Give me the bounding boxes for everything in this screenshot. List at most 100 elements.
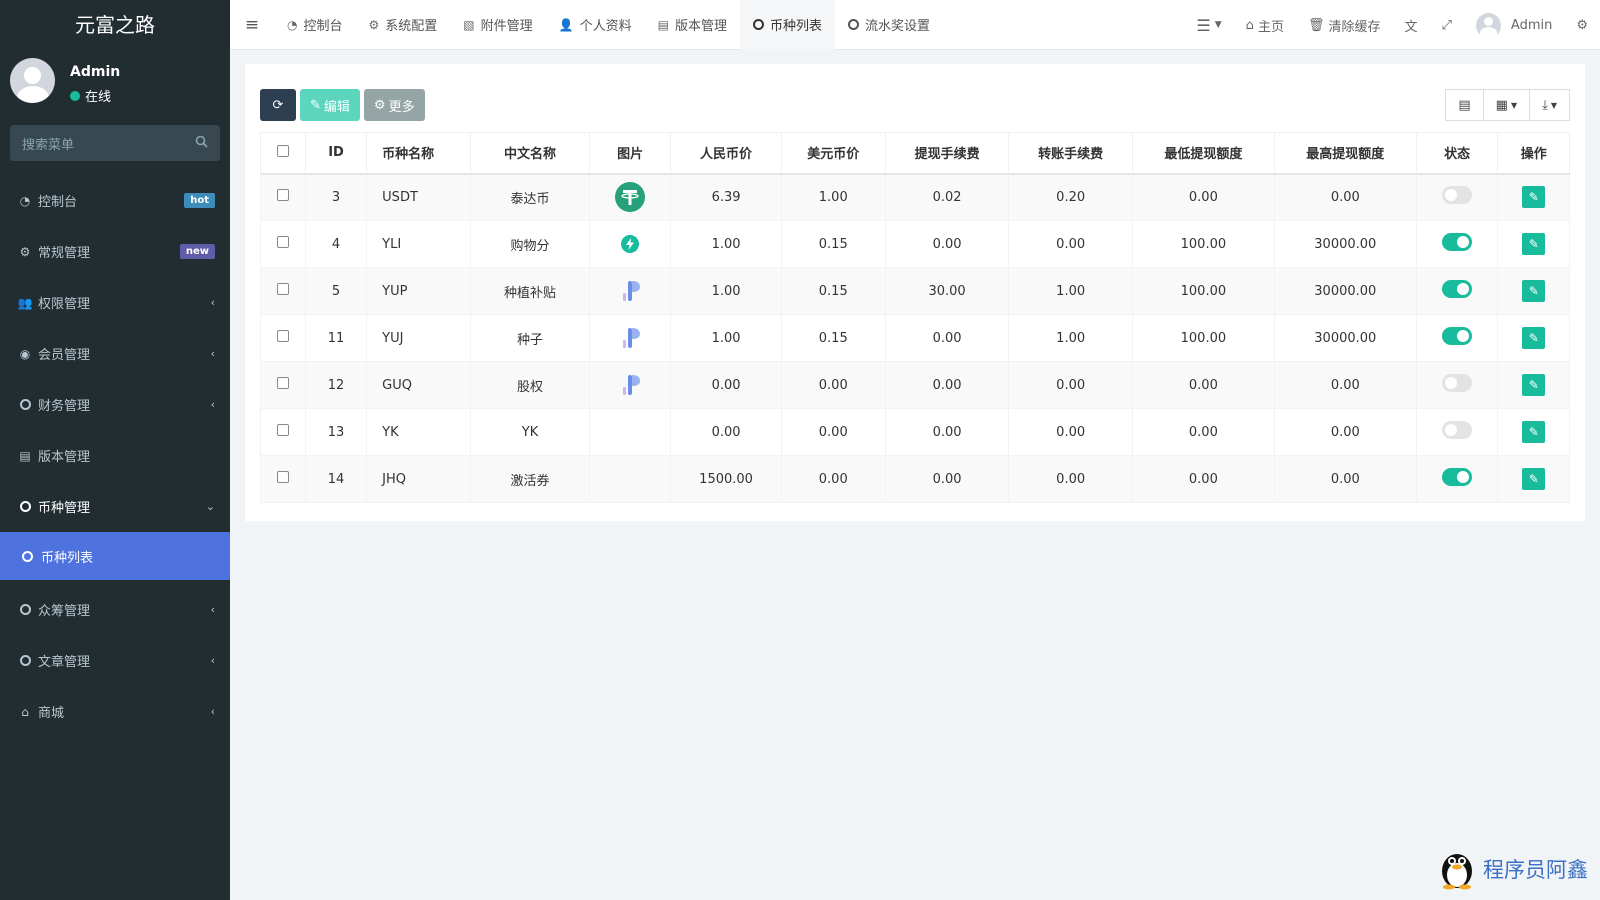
select-all-checkbox[interactable] [276, 144, 289, 157]
sidebar-item-articles[interactable]: 文章管理 ‹ [0, 635, 230, 686]
row-edit-button[interactable]: ✎ [1522, 374, 1546, 396]
refresh-button[interactable]: ⟳ [260, 89, 296, 121]
table-row[interactable]: 5 YUP 种植补贴 1.00 0.15 30.00 1.00 100.00 30000.00 ✎ [260, 267, 1570, 315]
cell-cn-name: YK [470, 408, 590, 456]
header-withdraw-fee[interactable]: 提现手续费 [884, 132, 1010, 175]
row-edit-button[interactable]: ✎ [1522, 468, 1546, 490]
export-button[interactable]: ⤓ ▼ [1529, 89, 1570, 121]
user-circle-icon: ◉ [19, 346, 31, 361]
sidebar-item-general[interactable]: ⚙ 常规管理 new [0, 226, 230, 277]
tab-system-config[interactable]: ⚙ 系统配置 [356, 0, 451, 50]
chevron-left-icon: ‹ [210, 347, 215, 360]
status-toggle[interactable] [1442, 327, 1473, 345]
row-checkbox[interactable] [276, 189, 289, 202]
row-edit-button[interactable]: ✎ [1522, 327, 1546, 349]
sidebar-item-permissions[interactable]: 👥 权限管理 ‹ [0, 277, 230, 328]
chevron-down-icon: ⌄ [205, 500, 215, 513]
sidebar-item-currency[interactable]: 币种管理 ⌄ [0, 481, 230, 532]
table-body: 3 USDT 泰达币 6.39 1.00 0.02 0.20 0.00 0.00 ✎ 4 YLI 购物分… [260, 173, 1570, 503]
sidebar-subitem-currency-list[interactable]: 币种列表 [0, 532, 230, 580]
table-row[interactable]: 14 JHQ 激活券 1500.00 0.00 0.00 0.00 0.00 0.00 ✎ [260, 455, 1570, 503]
cell-withdraw-fee: 0.00 [884, 220, 1010, 268]
user-menu[interactable]: Admin [1464, 0, 1564, 50]
tab-flow-reward[interactable]: 流水奖设置 [835, 0, 943, 50]
p-logo-icon [623, 281, 641, 301]
tab-currency-list[interactable]: 币种列表 [739, 0, 835, 50]
row-checkbox[interactable] [276, 471, 289, 483]
columns-button[interactable]: ▦ ▼ [1482, 89, 1531, 121]
header-min-withdraw[interactable]: 最低提现额度 [1131, 132, 1275, 175]
header-status[interactable]: 状态 [1415, 132, 1499, 175]
home-icon: ⌂ [21, 704, 29, 719]
sidebar-item-crowdfunding[interactable]: 众筹管理 ‹ [0, 584, 230, 635]
clear-cache-button[interactable]: 🗑 清除缓存 [1296, 0, 1393, 50]
table-row[interactable]: 13 YK YK 0.00 0.00 0.00 0.00 0.00 0.00 ✎ [260, 408, 1570, 456]
tab-profile[interactable]: 👤 个人资料 [546, 0, 645, 50]
row-edit-button[interactable]: ✎ [1522, 421, 1546, 443]
hamburger-menu-icon[interactable]: ≡ [230, 0, 274, 50]
settings-button[interactable]: ⚙ [1564, 0, 1600, 50]
row-checkbox[interactable] [276, 424, 289, 436]
cell-actions: ✎ [1497, 220, 1570, 268]
status-toggle[interactable] [1442, 280, 1473, 298]
row-checkbox[interactable] [276, 330, 289, 342]
tab-dashboard[interactable]: ◔ 控制台 [274, 0, 356, 50]
header-image[interactable]: 图片 [588, 132, 672, 175]
header-max-withdraw[interactable]: 最高提现额度 [1273, 132, 1417, 175]
more-button[interactable]: ⚙ 更多 [363, 89, 425, 121]
tab-version[interactable]: ▤ 版本管理 [645, 0, 740, 50]
table-row[interactable]: 12 GUQ 股权 0.00 0.00 0.00 0.00 0.00 0.00 ✎ [260, 361, 1570, 409]
header-cny[interactable]: 人民币价 [670, 132, 782, 175]
row-edit-button[interactable]: ✎ [1522, 280, 1546, 302]
status-toggle[interactable] [1442, 421, 1473, 439]
tab-attachments[interactable]: ▧ 附件管理 [450, 0, 545, 50]
sidebar: 元富之路 Admin 在线 搜索菜单 ◔ 控制台 hot ⚙ 常规管理 new … [0, 0, 230, 900]
cell-withdraw-fee: 0.00 [884, 361, 1010, 409]
header-name[interactable]: 币种名称 [366, 132, 472, 175]
header-transfer-fee[interactable]: 转账手续费 [1008, 132, 1133, 175]
table-row[interactable]: 3 USDT 泰达币 6.39 1.00 0.02 0.20 0.00 0.00 ✎ [260, 173, 1570, 221]
status-toggle[interactable] [1442, 374, 1473, 392]
search-icon[interactable] [195, 135, 208, 152]
cog-icon: ⚙ [368, 17, 380, 32]
row-checkbox[interactable] [276, 377, 289, 389]
row-edit-button[interactable]: ✎ [1522, 186, 1546, 209]
user-name: Admin [70, 64, 121, 80]
header-id[interactable]: ID [304, 132, 368, 175]
status-toggle[interactable] [1442, 233, 1473, 251]
tabs-dropdown-button[interactable]: ☰ ▼ [1184, 0, 1233, 50]
app-logo[interactable]: 元富之路 [0, 0, 230, 50]
cell-actions: ✎ [1497, 361, 1570, 409]
home-link[interactable]: ⌂ 主页 [1234, 0, 1296, 50]
cell-usd: 0.15 [780, 314, 886, 362]
edit-button[interactable]: ✎ 编辑 [300, 89, 360, 121]
sidebar-search-input[interactable]: 搜索菜单 [10, 125, 220, 161]
cell-image [588, 220, 672, 268]
toggle-view-button[interactable]: ▤ [1445, 89, 1484, 121]
sidebar-item-members[interactable]: ◉ 会员管理 ‹ [0, 328, 230, 379]
row-select-cell [260, 361, 306, 409]
cell-actions: ✎ [1497, 455, 1570, 503]
circle-icon [18, 398, 32, 412]
status-toggle[interactable] [1442, 186, 1473, 205]
row-edit-button[interactable]: ✎ [1522, 233, 1546, 255]
translate-button[interactable]: 文 [1392, 0, 1429, 50]
chevron-left-icon: ‹ [210, 296, 215, 309]
cell-transfer-fee: 0.00 [1008, 220, 1133, 268]
table-row[interactable]: 4 YLI 购物分 1.00 0.15 0.00 0.00 100.00 30000.00 ✎ [260, 220, 1570, 268]
row-checkbox[interactable] [276, 283, 289, 295]
download-icon: ⤓ [1542, 97, 1548, 113]
fullscreen-button[interactable]: ⤢ [1430, 0, 1464, 50]
sidebar-item-version[interactable]: ▤ 版本管理 [0, 430, 230, 481]
table-row[interactable]: 11 YUJ 种子 1.00 0.15 0.00 1.00 100.00 30000.00 ✎ [260, 314, 1570, 362]
search-placeholder: 搜索菜单 [22, 137, 75, 153]
row-checkbox[interactable] [276, 236, 289, 248]
cell-max-withdraw: 30000.00 [1273, 220, 1417, 268]
sidebar-item-dashboard[interactable]: ◔ 控制台 hot [0, 175, 230, 226]
sidebar-item-finance[interactable]: 财务管理 ‹ [0, 379, 230, 430]
header-usd[interactable]: 美元币价 [780, 132, 886, 175]
status-toggle[interactable] [1442, 468, 1473, 486]
header-cn-name[interactable]: 中文名称 [470, 132, 590, 175]
cell-image [588, 267, 672, 315]
sidebar-item-mall[interactable]: ⌂ 商城 ‹ [0, 686, 230, 737]
